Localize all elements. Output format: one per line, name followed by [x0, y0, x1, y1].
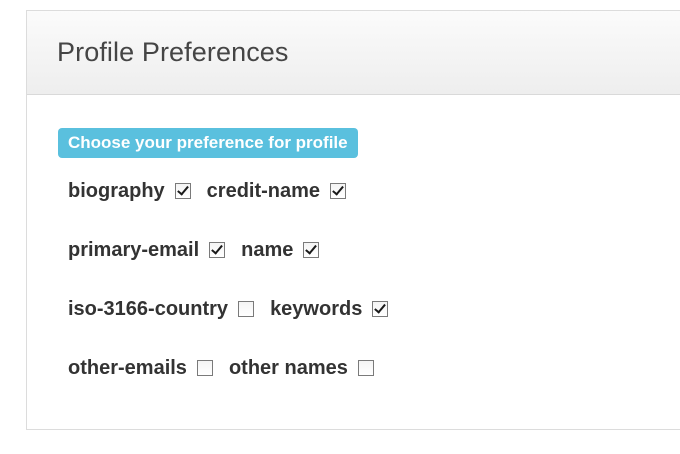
preference-biography[interactable]: biography [68, 180, 191, 203]
preference-list: biography credit-name primary-email name… [68, 172, 404, 408]
other-names-checkbox[interactable] [357, 360, 374, 376]
preference-other-names[interactable]: other names [229, 357, 374, 380]
biography-checkbox[interactable] [174, 183, 191, 199]
panel-title: Profile Preferences [57, 37, 289, 67]
preference-row: iso-3166-country keywords [68, 290, 404, 328]
preference-label: primary-email [68, 238, 200, 261]
preference-keywords[interactable]: keywords [270, 297, 389, 321]
preference-label: other-emails [68, 356, 187, 379]
preference-row: biography credit-name [68, 172, 404, 210]
preference-primary-email[interactable]: primary-email [68, 238, 226, 262]
preference-label: biography [68, 179, 165, 202]
preference-label: iso-3166-country [68, 297, 229, 320]
preference-iso-3166-country[interactable]: iso-3166-country [68, 297, 255, 321]
primary-email-checkbox[interactable] [209, 242, 226, 258]
preference-row: other-emails other names [68, 349, 404, 387]
preference-instruction-badge: Choose your preference for profile [58, 128, 358, 158]
keywords-checkbox[interactable] [372, 301, 389, 317]
preference-name[interactable]: name [241, 238, 320, 262]
iso-3166-country-checkbox[interactable] [238, 301, 255, 317]
preference-label: credit-name [206, 179, 321, 202]
panel-header: Profile Preferences [27, 11, 680, 95]
preference-label: other names [228, 356, 348, 379]
credit-name-checkbox[interactable] [330, 183, 347, 199]
preference-credit-name[interactable]: credit-name [206, 179, 347, 203]
name-checkbox[interactable] [303, 242, 320, 258]
other-emails-checkbox[interactable] [196, 360, 213, 376]
preference-row: primary-email name [68, 231, 404, 269]
preference-label: keywords [270, 297, 363, 320]
preference-other-emails[interactable]: other-emails [68, 357, 213, 380]
preference-label: name [241, 238, 294, 261]
